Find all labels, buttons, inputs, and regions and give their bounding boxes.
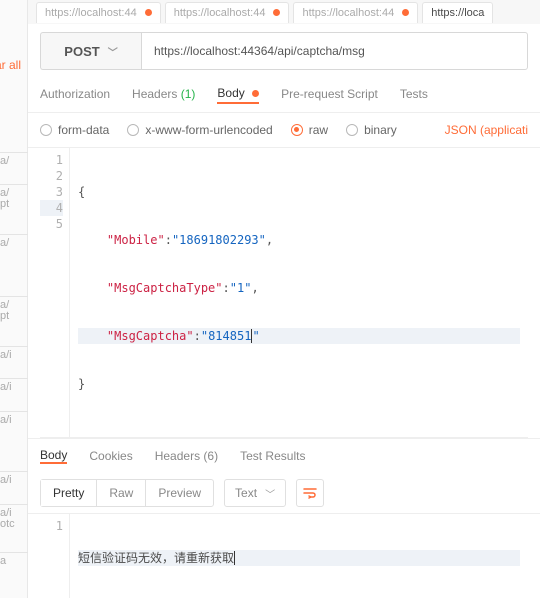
history-item-fragment[interactable]: a/i [0,471,28,488]
response-section-tabs: Body Cookies Headers (6) Test Results [28,438,540,473]
json-type-value: 1 [237,281,244,295]
url-text: https://localhost:44364/api/captcha/msg [154,44,365,58]
body-type-options: form-data x-www-form-urlencoded raw bina… [28,113,540,148]
radio-icon [127,124,139,136]
history-item-fragment[interactable]: a/ [0,152,28,169]
tab-headers-count: (1) [181,87,196,101]
history-item-fragment[interactable]: pt [0,196,28,212]
opt-formdata[interactable]: form-data [40,123,109,137]
radio-icon [346,124,358,136]
history-sidebar: ar all a/a/pta/a/pta/ia/ia/ia/ia/iotca [0,0,28,598]
opt-formdata-label: form-data [58,123,109,137]
chevron-down-icon: ﹀ [265,486,275,501]
history-item-fragment[interactable]: pt [0,308,28,324]
radio-icon [40,124,52,136]
opt-raw[interactable]: raw [291,123,328,137]
opt-binary-label: binary [364,123,397,137]
request-tab-label: https://localhost:44 [45,7,137,19]
history-item-fragment[interactable]: a/i [0,346,28,363]
tab-tests[interactable]: Tests [400,87,428,103]
view-pretty[interactable]: Pretty [41,480,96,506]
url-input[interactable]: https://localhost:44364/api/captcha/msg [141,32,528,70]
response-view-controls: Pretty Raw Preview Text ﹀ [28,473,540,514]
editor-gutter: 1 2 3 4 5 [40,148,70,437]
request-tab-label: https://loca [431,7,484,19]
request-panel: https://localhost:44 https://localhost:44… [28,0,540,598]
open-tabs-strip: https://localhost:44 https://localhost:44… [28,0,540,24]
response-view-mode: Pretty Raw Preview [40,479,214,507]
modified-dot-icon [402,9,409,16]
json-captcha-value: 814851 [208,329,251,343]
request-tab[interactable]: https://localhost:44 [36,2,161,23]
line-no: 5 [40,216,63,232]
request-tab[interactable]: https://loca [422,2,493,23]
resp-editor-gutter: 1 [40,514,70,598]
editor-code: { "Mobile":"18691802293", "MsgCaptchaTyp… [70,148,528,437]
view-preview[interactable]: Preview [145,480,213,506]
view-raw[interactable]: Raw [96,480,145,506]
resp-tab-headers-count: (6) [203,449,218,463]
history-item-fragment[interactable]: otc [0,516,28,532]
opt-urlencoded[interactable]: x-www-form-urlencoded [127,123,272,137]
chevron-down-icon: ﹀ [108,44,118,59]
line-no: 1 [40,518,63,534]
resp-tab-cookies[interactable]: Cookies [89,449,132,463]
request-tab-label: https://localhost:44 [174,7,266,19]
response-format-dropdown[interactable]: Text ﹀ [224,479,286,507]
line-no: 1 [40,152,63,168]
modified-dot-icon [145,9,152,16]
resp-tab-tests[interactable]: Test Results [240,449,305,463]
request-tab[interactable]: https://localhost:44 [165,2,290,23]
tab-prerequest[interactable]: Pre-request Script [281,87,378,103]
opt-urlencoded-label: x-www-form-urlencoded [145,123,272,137]
response-text: 短信验证码无效，请重新获取 [78,551,234,565]
body-modified-dot-icon [252,90,259,97]
line-no: 2 [40,168,63,184]
resp-tab-body[interactable]: Body [40,448,67,464]
line-no: 4 [40,200,63,216]
history-item-fragment[interactable]: a [0,552,28,569]
url-bar: POST ﹀ https://localhost:44364/api/captc… [40,32,528,70]
request-tab-label: https://localhost:44 [302,7,394,19]
history-item-fragment[interactable]: a/i [0,411,28,428]
modified-dot-icon [273,9,280,16]
request-tab[interactable]: https://localhost:44 [293,2,418,23]
http-method-value: POST [64,44,99,59]
radio-checked-icon [291,124,303,136]
resp-tab-headers[interactable]: Headers (6) [155,449,218,463]
response-format-value: Text [235,486,257,500]
history-item-fragment[interactable]: a/i [0,378,28,395]
line-no: 3 [40,184,63,200]
resp-tab-headers-label: Headers [155,449,200,463]
tab-headers[interactable]: Headers (1) [132,87,195,103]
tab-body[interactable]: Body [217,86,259,104]
resp-editor-code: 短信验证码无效，请重新获取 [70,514,528,598]
request-section-tabs: Authorization Headers (1) Body Pre-reque… [28,78,540,113]
wrap-icon [303,486,317,500]
opt-raw-label: raw [309,123,328,137]
clear-all-link[interactable]: ar all [0,58,21,72]
tab-authorization[interactable]: Authorization [40,87,110,103]
opt-binary[interactable]: binary [346,123,397,137]
response-body-editor[interactable]: 1 短信验证码无效，请重新获取 [40,514,528,598]
json-mobile-value: 18691802293 [179,233,258,247]
toggle-wrap-button[interactable] [296,479,324,507]
history-item-fragment[interactable]: a/ [0,234,28,251]
tab-body-label: Body [217,86,244,100]
tab-headers-label: Headers [132,87,177,101]
request-body-editor[interactable]: 1 2 3 4 5 { "Mobile":"18691802293", "Msg… [40,148,528,438]
content-type-dropdown[interactable]: JSON (applicati [445,123,528,137]
http-method-dropdown[interactable]: POST ﹀ [40,32,141,70]
